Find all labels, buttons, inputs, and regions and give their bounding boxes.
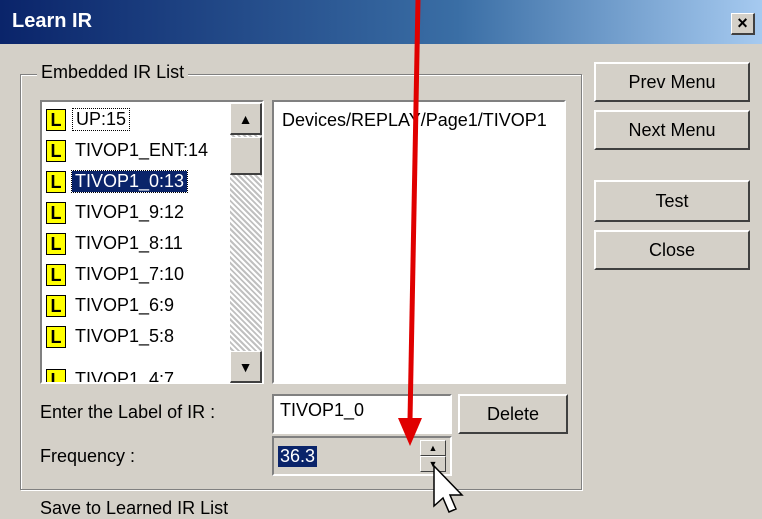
list-item[interactable]: L TIVOP1_8:11 (42, 228, 186, 259)
group-label: Embedded IR List (37, 62, 189, 83)
scroll-down-button[interactable]: ▼ (230, 351, 262, 383)
frequency-spinner[interactable]: 36.3 ▲ ▼ (272, 436, 452, 476)
ir-label-value: TIVOP1_0 (280, 400, 365, 420)
bottom-cutoff-text: Save to Learned IR List (40, 498, 229, 518)
test-button[interactable]: Test (594, 180, 750, 222)
list-scrollbar[interactable]: ▲ ▼ (230, 103, 262, 383)
close-window-button[interactable]: × (731, 13, 755, 35)
spin-down-button[interactable]: ▼ (420, 456, 446, 472)
list-item-label: TIVOP1_6:9 (75, 295, 175, 315)
scroll-thumb[interactable] (230, 137, 262, 175)
test-label: Test (655, 190, 689, 211)
spin-up-icon: ▲ (428, 443, 438, 453)
list-item[interactable]: L TIVOP1_7:10 (42, 259, 187, 290)
spin-up-button[interactable]: ▲ (420, 440, 446, 456)
delete-button[interactable]: Delete (458, 394, 568, 434)
list-item-label: UP:15 (72, 108, 131, 131)
triangle-down-icon: ▼ (238, 358, 253, 375)
next-menu-label: Next Menu (628, 119, 716, 140)
frequency-value[interactable]: 36.3 (278, 446, 318, 467)
learned-badge-icon: L (46, 368, 66, 382)
ir-label-input[interactable]: TIVOP1_0 (272, 394, 452, 434)
list-item-selected[interactable]: L TIVOP1_0:13 (42, 166, 189, 197)
list-item[interactable]: L TIVOP1_4:7 (42, 364, 177, 384)
prev-menu-label: Prev Menu (628, 71, 716, 92)
close-icon: × (737, 13, 748, 33)
learned-badge-icon: L (46, 325, 66, 348)
list-item-label: TIVOP1_4:7 (75, 369, 175, 384)
close-button[interactable]: Close (594, 230, 750, 270)
learned-badge-icon: L (46, 170, 66, 193)
list-item-label: TIVOP1_8:11 (75, 233, 183, 253)
learned-badge-icon: L (46, 139, 66, 162)
list-item-label: TIVOP1_ENT:14 (75, 140, 209, 160)
learned-badge-icon: L (46, 263, 66, 286)
scroll-up-button[interactable]: ▲ (230, 103, 262, 135)
list-item[interactable]: L TIVOP1_5:8 (42, 321, 177, 352)
list-item[interactable]: L TIVOP1_9:12 (42, 197, 187, 228)
list-item-label: TIVOP1_9:12 (75, 202, 185, 222)
list-item[interactable]: L TIVOP1_ENT:14 (42, 135, 211, 166)
list-item-label: TIVOP1_5:8 (75, 326, 175, 346)
ir-path-box[interactable]: Devices/REPLAY/Page1/TIVOP1 (272, 100, 566, 384)
list-item[interactable]: L UP:15 (42, 104, 131, 135)
label-caption: Enter the Label of IR : (40, 402, 216, 422)
learned-badge-icon: L (46, 232, 66, 255)
frequency-caption: Frequency : (40, 446, 136, 466)
window-title: Learn IR (12, 10, 93, 32)
spin-down-icon: ▼ (428, 459, 438, 469)
prev-menu-button[interactable]: Prev Menu (594, 62, 750, 102)
learned-badge-icon: L (46, 108, 66, 131)
learned-badge-icon: L (46, 201, 66, 224)
delete-label: Delete (486, 403, 540, 424)
learned-badge-icon: L (46, 294, 66, 317)
next-menu-button[interactable]: Next Menu (594, 110, 750, 150)
list-item[interactable]: L TIVOP1_6:9 (42, 290, 177, 321)
list-item-label: TIVOP1_0:13 (70, 170, 189, 193)
ir-path-text: Devices/REPLAY/Page1/TIVOP1 (282, 110, 547, 130)
triangle-up-icon: ▲ (238, 110, 253, 127)
title-bar: Learn IR × (0, 0, 762, 44)
close-label: Close (648, 239, 696, 260)
list-item-label: TIVOP1_7:10 (75, 264, 185, 284)
